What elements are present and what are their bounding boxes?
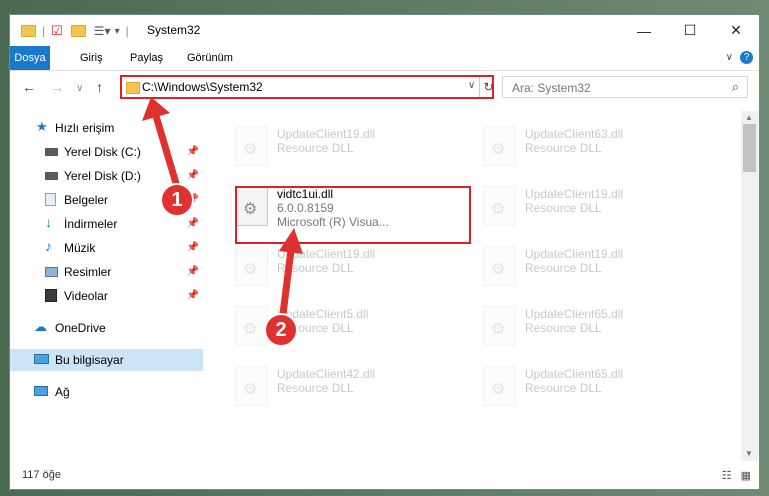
arrow-1-line bbox=[152, 115, 182, 191]
annotation-arrows bbox=[142, 97, 303, 323]
arrow-2-head bbox=[279, 228, 303, 254]
arrow-2-line bbox=[278, 249, 295, 323]
step-badge-2: 2 bbox=[264, 313, 298, 347]
step-badge-1: 1 bbox=[160, 183, 194, 217]
